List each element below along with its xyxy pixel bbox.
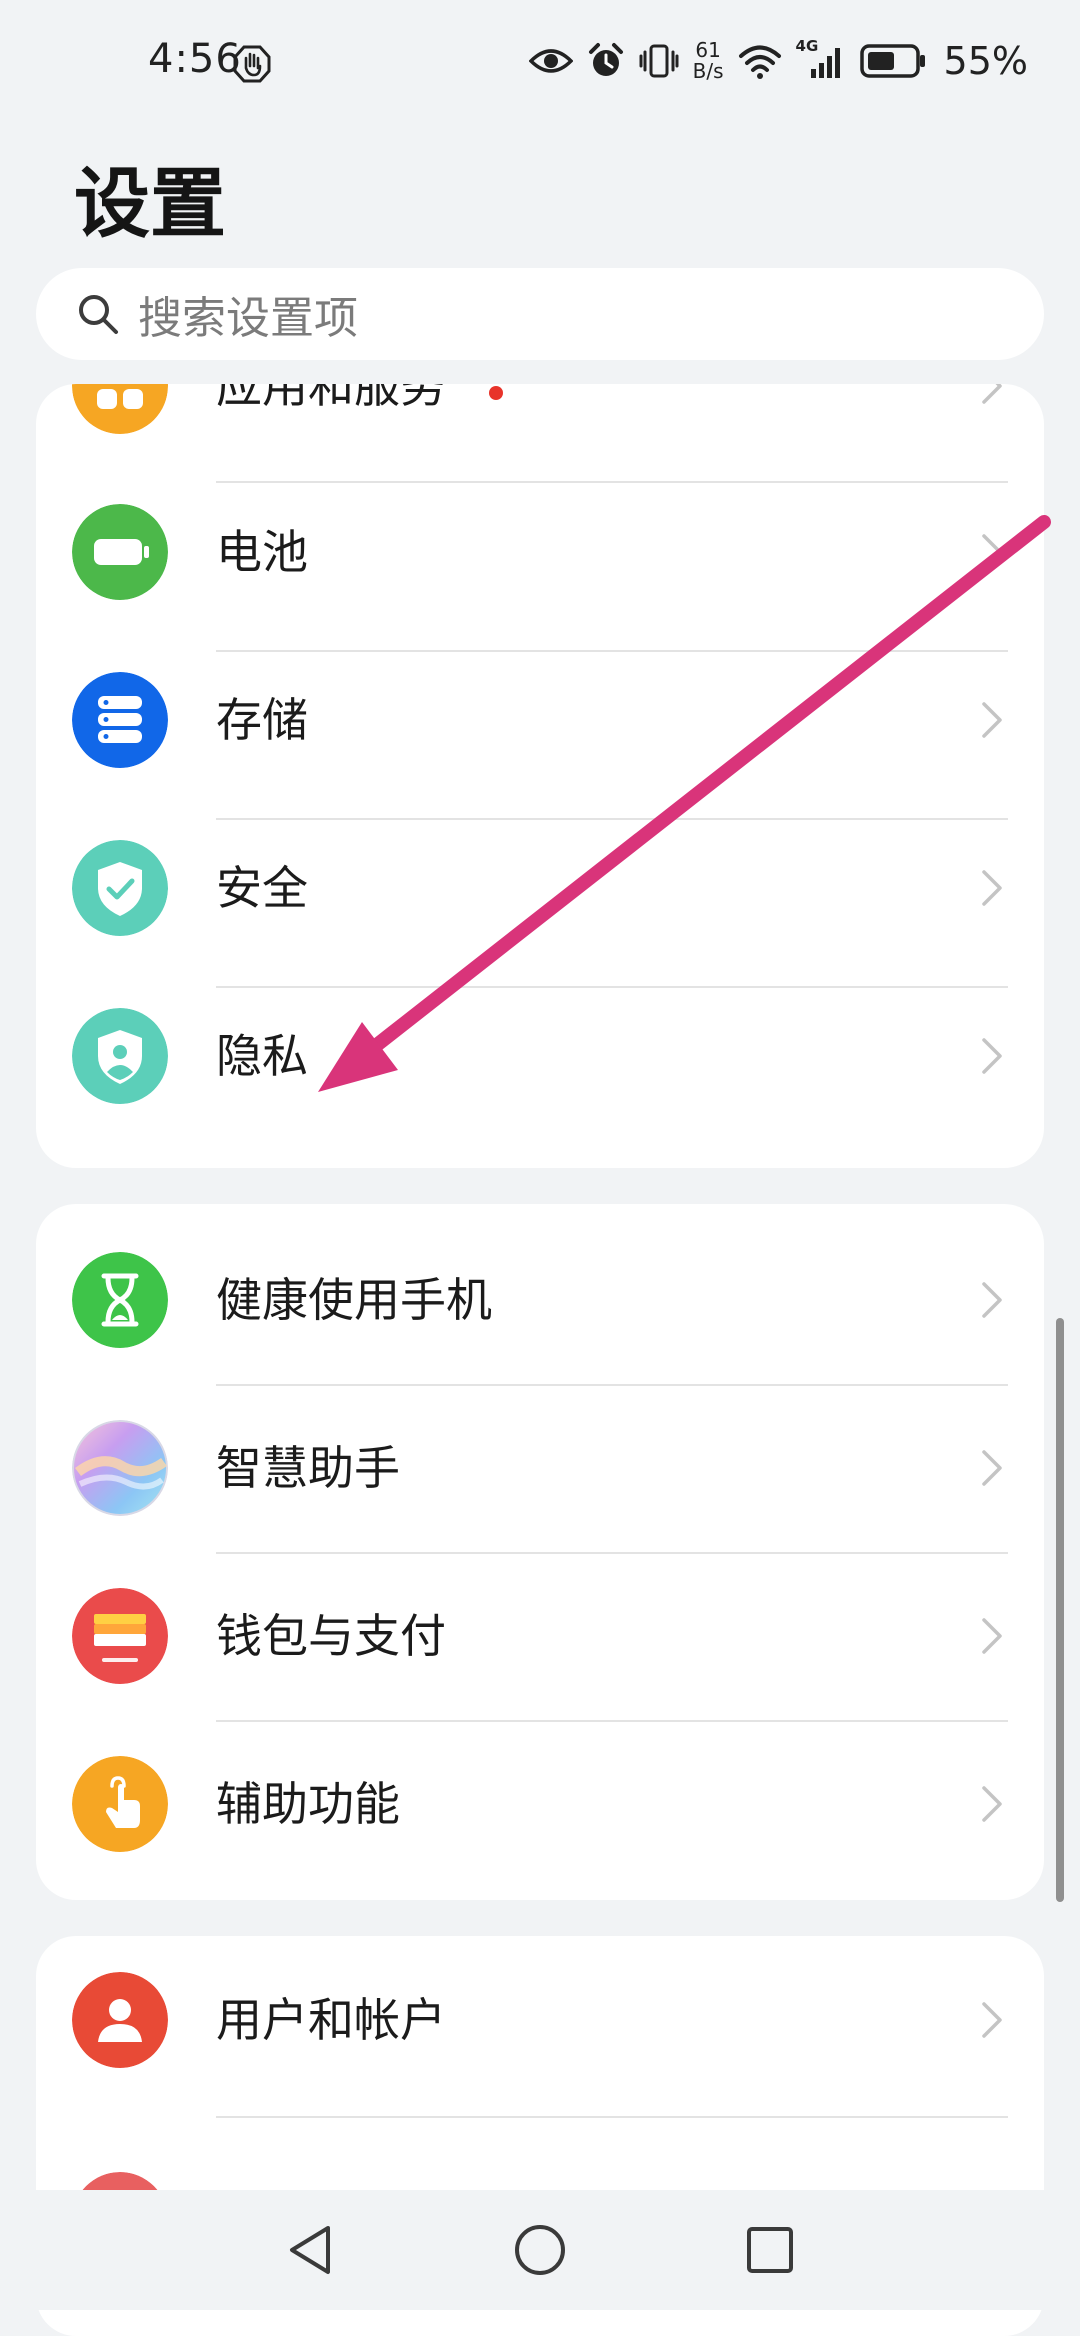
battery-percent: 55%: [943, 39, 1028, 83]
chevron-right-icon: [982, 534, 1002, 570]
settings-item-label: 应用和服务: [216, 384, 446, 413]
hourglass-icon: [72, 1252, 168, 1348]
settings-item-battery[interactable]: 电池: [36, 468, 1044, 636]
settings-item-storage[interactable]: 存储: [36, 636, 1044, 804]
settings-item-privacy[interactable]: 隐私: [36, 972, 1044, 1140]
cellular-signal: 4G: [796, 37, 846, 81]
assistant-icon: [72, 1420, 168, 1516]
settings-item-apps-services[interactable]: 应用和服务: [36, 384, 1044, 470]
status-time: 4:56: [148, 36, 242, 82]
navigation-bar: [0, 2190, 1080, 2310]
settings-item-users-accounts[interactable]: 用户和帐户: [36, 1936, 1044, 2104]
alarm-icon: [588, 43, 623, 76]
accessibility-hand-icon: [72, 1756, 168, 1852]
search-placeholder: 搜索设置项: [138, 293, 358, 344]
chevron-right-icon: [982, 1786, 1002, 1822]
chevron-right-icon: [982, 384, 1002, 404]
settings-item-digital-balance[interactable]: 健康使用手机: [36, 1216, 1044, 1384]
network-speed-unit: B/s: [692, 59, 724, 83]
settings-item-label: 用户和帐户: [216, 1993, 446, 2047]
user-icon: [72, 1972, 168, 2068]
wifi-icon: [738, 45, 781, 79]
chevron-right-icon: [982, 870, 1002, 906]
home-icon[interactable]: [512, 2222, 568, 2278]
cellular-signal-icon: [810, 48, 840, 78]
settings-item-label: 隐私: [216, 1029, 308, 1083]
settings-item-label: 电池: [216, 525, 308, 579]
settings-item-smart-assistant[interactable]: 智慧助手: [36, 1384, 1044, 1552]
network-speed: 61 B/s: [693, 40, 724, 82]
vibrate-icon: [639, 44, 679, 78]
settings-item-accessibility[interactable]: 辅助功能: [36, 1720, 1044, 1888]
chevron-right-icon: [982, 1038, 1002, 1074]
status-bar: 4:56 61 B/s 4G 55%: [0, 0, 1080, 120]
eye-comfort-icon: [528, 49, 573, 73]
back-icon[interactable]: [284, 2222, 336, 2278]
settings-item-label: 辅助功能: [216, 1777, 400, 1831]
divider: [216, 2116, 1008, 2118]
chevron-right-icon: [982, 2002, 1002, 2038]
apps-icon: [72, 384, 168, 434]
wallet-icon: [72, 1588, 168, 1684]
page-title: 设置: [74, 159, 226, 248]
chevron-right-icon: [982, 1282, 1002, 1318]
chevron-right-icon: [982, 702, 1002, 738]
settings-item-wallet-payment[interactable]: 钱包与支付: [36, 1552, 1044, 1720]
hand-notification-icon: [233, 45, 271, 83]
search-icon: [79, 295, 118, 334]
chevron-right-icon: [982, 1618, 1002, 1654]
settings-group-device: 应用和服务 电池 存储 安全 隐私: [36, 384, 1044, 1168]
settings-item-label: 钱包与支付: [216, 1609, 446, 1663]
battery-status-icon: [859, 44, 925, 78]
settings-item-label: 安全: [216, 861, 308, 915]
settings-item-security[interactable]: 安全: [36, 804, 1044, 972]
storage-icon: [72, 672, 168, 768]
notification-badge: [489, 386, 503, 400]
settings-item-label: 健康使用手机: [216, 1273, 492, 1327]
search-input[interactable]: 搜索设置项: [36, 268, 1044, 360]
settings-item-label: 智慧助手: [216, 1441, 400, 1495]
scrollbar[interactable]: [1056, 1318, 1064, 1902]
settings-item-label: 存储: [216, 693, 308, 747]
recents-icon[interactable]: [744, 2224, 796, 2276]
chevron-right-icon: [982, 1450, 1002, 1486]
battery-icon: [72, 504, 168, 600]
settings-group-wellbeing: 健康使用手机 智慧助手 钱包与支付 辅助功能: [36, 1204, 1044, 1900]
shield-check-icon: [72, 840, 168, 936]
network-speed-value: 61: [695, 38, 721, 62]
privacy-shield-icon: [72, 1008, 168, 1104]
